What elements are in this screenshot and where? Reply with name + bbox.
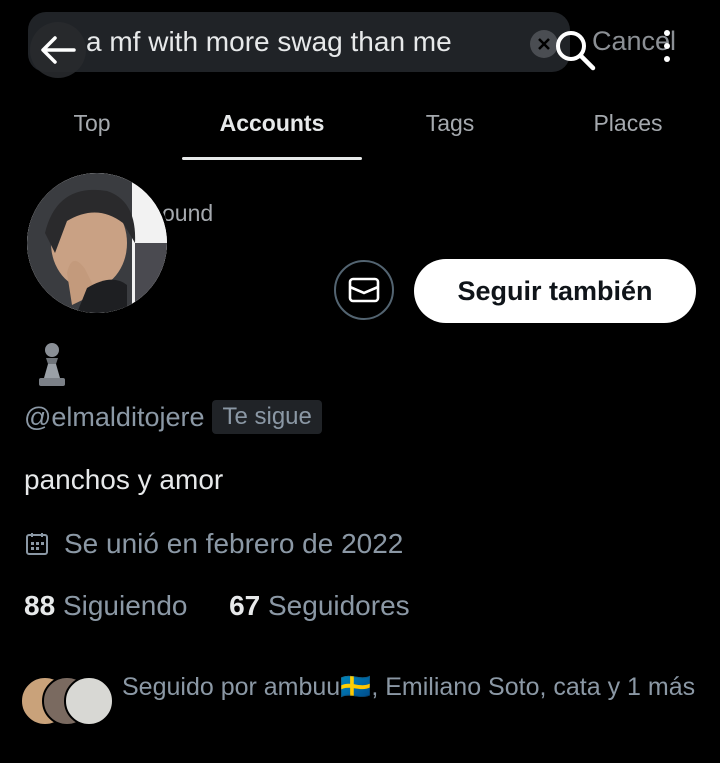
tab-top[interactable]: Top	[2, 110, 182, 137]
search-icon[interactable]	[554, 29, 596, 76]
arrow-left-icon	[41, 36, 76, 64]
following-count: 88	[24, 590, 56, 621]
tab-places[interactable]: Places	[538, 110, 718, 137]
join-date: Se unió en febrero de 2022	[64, 528, 404, 559]
mutual-followers-avatars[interactable]	[20, 676, 114, 726]
back-button[interactable]	[30, 22, 86, 78]
following-label: Siguiendo	[62, 590, 188, 621]
message-button[interactable]	[334, 260, 394, 320]
followers-label: Seguidores	[268, 590, 410, 621]
tab-accounts[interactable]: Accounts	[182, 110, 362, 137]
profile-search-screen: a mf with more swag than me Cancel Top A…	[0, 0, 720, 763]
following-stat[interactable]: 88 Siguiendo	[24, 590, 195, 621]
join-date-row: Se unió en febrero de 2022	[24, 528, 403, 560]
calendar-icon	[26, 533, 48, 555]
chess-pawn-icon	[36, 340, 68, 393]
follow-back-button[interactable]: Seguir también	[414, 259, 696, 323]
follow-stats: 88 Siguiendo 67 Seguidores	[24, 590, 410, 622]
followers-count: 67	[229, 590, 261, 621]
avatar[interactable]	[24, 170, 170, 316]
followers-stat[interactable]: 67 Seguidores	[229, 590, 410, 621]
mail-icon	[348, 277, 380, 303]
handle-row: @elmalditojere Te sigue	[24, 400, 322, 434]
bio-text: panchos y amor	[24, 464, 224, 495]
username-handle: @elmalditojere	[24, 401, 205, 432]
mutual-avatar	[64, 676, 114, 726]
search-input[interactable]: a mf with more swag than me	[86, 26, 452, 58]
tab-tags[interactable]: Tags	[360, 110, 540, 137]
active-tab-indicator	[182, 157, 362, 160]
obscured-label: ound	[162, 200, 214, 226]
followed-by-text[interactable]: Seguido por ambuu🇸🇪, Emiliano Soto, cata…	[122, 670, 702, 704]
more-vertical-icon[interactable]	[660, 30, 674, 70]
tab-bar: Top Accounts Tags Places	[0, 100, 720, 162]
follows-you-badge: Te sigue	[212, 400, 322, 434]
